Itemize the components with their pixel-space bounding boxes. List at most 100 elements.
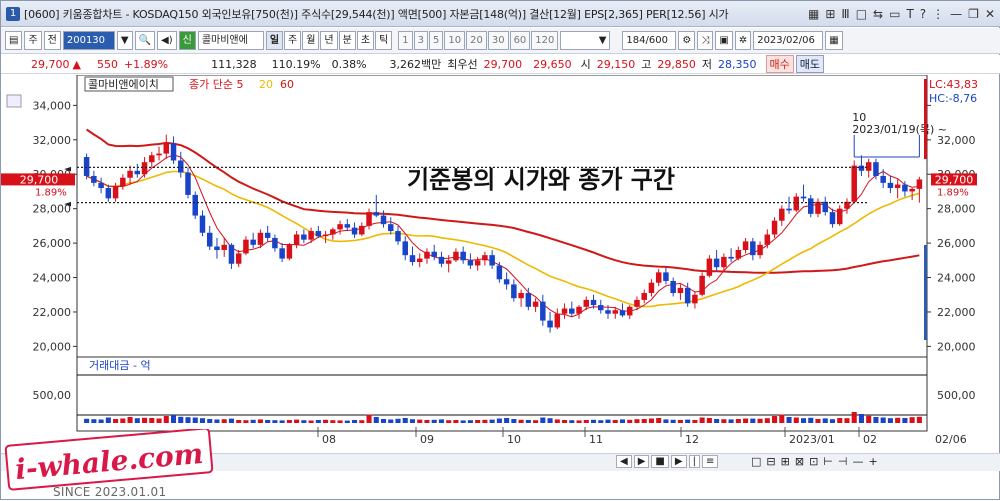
interval-button-60[interactable]: 60 <box>509 31 531 50</box>
window-control-1[interactable]: ⊞ <box>825 7 835 21</box>
interval-button-30[interactable]: 30 <box>487 31 509 50</box>
candle-body <box>301 234 307 240</box>
window-control-3[interactable]: □ <box>856 7 867 21</box>
volume-bar <box>84 418 90 423</box>
count-field[interactable]: 184/600 <box>622 31 677 50</box>
stock-name-field[interactable]: 콜마비앤에 <box>197 31 264 50</box>
interval-button-3[interactable]: 3 <box>413 31 428 50</box>
candle-body <box>235 253 242 264</box>
candle-body <box>909 188 915 192</box>
candle-body <box>330 229 336 235</box>
candle-body <box>532 301 539 307</box>
count-value: 184 <box>626 35 646 46</box>
candle-body <box>750 241 756 256</box>
window-control-0[interactable]: ▦ <box>808 7 819 21</box>
interval-button-5[interactable]: 5 <box>428 31 444 50</box>
volume-bar <box>294 419 300 423</box>
code-dropdown-icon[interactable]: ▼ <box>116 31 133 50</box>
zoom-tool-8[interactable]: + <box>868 455 877 468</box>
period-tab-주[interactable]: 주 <box>284 31 302 50</box>
candlestick-chart[interactable]: 34,00032,00030,00028,00026,00024,00022,0… <box>1 74 1000 453</box>
period-tab-틱[interactable]: 틱 <box>375 31 393 50</box>
candle-body <box>902 184 908 192</box>
window-control-4[interactable]: ⇆ <box>873 7 883 21</box>
window-control-5[interactable]: ▭ <box>889 7 900 21</box>
period-tabs: 일주월년분초틱 <box>265 31 393 50</box>
period-tab-년[interactable]: 년 <box>320 31 338 50</box>
candle-body <box>590 299 597 306</box>
volume-bar <box>402 418 408 423</box>
candle-body <box>496 265 503 280</box>
zoom-tool-5[interactable]: ⊢ <box>823 455 833 468</box>
save-icon[interactable]: ▣ <box>715 31 733 50</box>
interval-dropdown[interactable]: ▼ <box>560 31 611 50</box>
playback-controls: ◀ ▶ ■ ▶ | ≡ <box>616 455 719 468</box>
volume-bar <box>757 418 763 423</box>
candle-body <box>663 272 669 281</box>
prev-select[interactable]: 전 <box>43 31 61 50</box>
volume-bar <box>895 417 901 423</box>
volume-bar <box>837 418 843 423</box>
playback-control-5[interactable]: ≡ <box>701 455 719 468</box>
settings-icon[interactable]: ✲ <box>734 31 752 50</box>
new-button[interactable]: 신 <box>178 31 196 50</box>
buy-button[interactable]: 매수 <box>765 55 794 73</box>
volume-bar <box>909 417 915 423</box>
market-type-select[interactable]: 주 <box>24 31 42 50</box>
volume-bar <box>460 420 466 423</box>
volume-bar <box>692 420 698 423</box>
window-control-2[interactable]: Ⅲ <box>841 7 849 21</box>
period-tab-초[interactable]: 초 <box>356 31 375 50</box>
interval-button-120[interactable]: 120 <box>531 31 559 50</box>
interval-button-1[interactable]: 1 <box>398 31 413 50</box>
zoom-tool-1[interactable]: ⊟ <box>766 455 775 468</box>
playback-control-0[interactable]: ◀ <box>616 455 632 468</box>
volume-bar <box>583 420 589 423</box>
candle-body <box>293 234 300 245</box>
volume-bar <box>590 419 597 423</box>
zoom-tool-2[interactable]: ⊞ <box>781 455 790 468</box>
zoom-tool-3[interactable]: ⊠ <box>795 455 804 468</box>
chart-svg[interactable]: 34,00032,00030,00028,00026,00024,00022,0… <box>1 74 1000 453</box>
window-control-7[interactable]: ? <box>920 7 926 21</box>
period-tab-분[interactable]: 분 <box>338 31 356 50</box>
volume-bar <box>786 417 792 423</box>
volume-bar <box>207 419 213 423</box>
lock-icon[interactable]: ▤ <box>5 31 23 50</box>
stock-code-input[interactable]: 200130 <box>62 31 115 50</box>
period-tab-일[interactable]: 일 <box>265 31 284 50</box>
best-label: 최우선 <box>447 58 478 71</box>
sell-button[interactable]: 매도 <box>795 55 825 73</box>
search-icon[interactable]: 🔍 <box>134 31 156 50</box>
volume-bar <box>373 417 379 423</box>
zoom-tool-0[interactable]: □ <box>751 455 761 468</box>
date-field[interactable]: 2023/02/06 <box>753 31 824 50</box>
playback-control-4[interactable]: | <box>688 455 700 468</box>
compare-icon[interactable]: ⤨ <box>697 31 714 50</box>
candle-body <box>728 256 734 259</box>
zoom-tool-6[interactable]: ⊣ <box>838 455 848 468</box>
interval-button-20[interactable]: 20 <box>466 31 487 50</box>
window-control-9[interactable]: — <box>950 7 962 21</box>
zoom-tool-7[interactable]: — <box>852 455 863 468</box>
open-label: 시 <box>580 58 591 71</box>
zoom-tool-4[interactable]: ⊡ <box>809 455 818 468</box>
candle-body <box>149 155 155 163</box>
volume-bar <box>272 420 278 423</box>
volume-bar <box>221 419 227 423</box>
window-control-8[interactable]: ⋮ <box>932 7 944 21</box>
interval-buttons: 1 3 5 10 20 30 60 120 <box>398 31 559 50</box>
interval-button-10[interactable]: 10 <box>444 31 466 50</box>
playback-control-3[interactable]: ▶ <box>670 455 687 468</box>
period-tab-월[interactable]: 월 <box>302 31 320 50</box>
candle-body <box>402 241 408 256</box>
window-control-11[interactable]: ✕ <box>985 7 995 21</box>
candle-body <box>873 162 879 176</box>
window-control-10[interactable]: ❐ <box>968 7 979 21</box>
window-control-6[interactable]: T <box>906 7 913 21</box>
calendar-icon[interactable]: ▦ <box>825 31 843 50</box>
playback-control-1[interactable]: ▶ <box>633 455 650 468</box>
playback-control-2[interactable]: ■ <box>651 455 669 468</box>
speaker-icon[interactable]: ◀) <box>157 31 177 50</box>
indicator-icon[interactable]: ⚙ <box>678 31 696 50</box>
